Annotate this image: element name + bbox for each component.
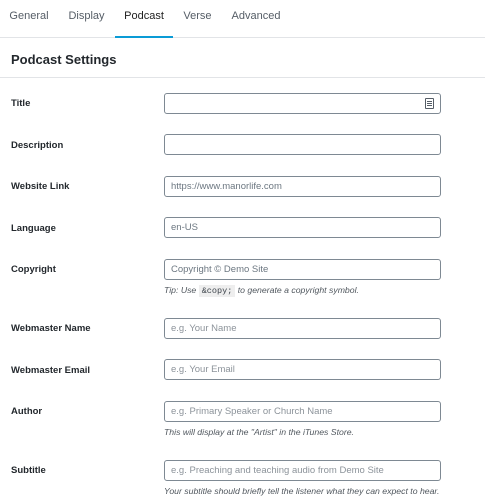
copyright-tip-prefix: Tip: Use (164, 285, 197, 295)
settings-tabs: General Display Podcast Verse Advanced (0, 0, 485, 38)
tab-display[interactable]: Display (58, 0, 115, 38)
section-divider (0, 77, 485, 78)
subtitle-help: Your subtitle should briefly tell the li… (164, 486, 440, 496)
webmaster-name-placeholder: e.g. Your Name (171, 323, 237, 334)
description-input[interactable] (164, 134, 441, 155)
language-value: en-US (171, 222, 198, 233)
section-title: Podcast Settings (11, 52, 117, 67)
title-label: Title (11, 98, 31, 109)
subtitle-label: Subtitle (11, 465, 46, 476)
title-input[interactable] (164, 93, 441, 114)
tab-verse[interactable]: Verse (173, 0, 222, 38)
copyright-tip-code: &copy; (198, 285, 236, 297)
webmaster-email-placeholder: e.g. Your Email (171, 364, 235, 375)
author-help: This will display at the "Artist" in the… (164, 427, 354, 437)
author-label: Author (11, 406, 43, 417)
author-placeholder: e.g. Primary Speaker or Church Name (171, 406, 333, 417)
webmaster-email-label: Webmaster Email (11, 365, 91, 376)
copyright-tip: Tip: Use &copy; to generate a copyright … (164, 285, 359, 297)
tab-general[interactable]: General (0, 0, 58, 38)
webmaster-email-input[interactable]: e.g. Your Email (164, 359, 441, 380)
webmaster-name-label: Webmaster Name (11, 323, 91, 334)
description-label: Description (11, 140, 64, 151)
tab-advanced[interactable]: Advanced (222, 0, 290, 38)
author-input[interactable]: e.g. Primary Speaker or Church Name (164, 401, 441, 422)
copyright-input[interactable]: Copyright © Demo Site (164, 259, 441, 280)
list-icon[interactable] (425, 98, 434, 109)
website-link-value: https://www.manorlife.com (171, 181, 282, 192)
copyright-tip-suffix: to generate a copyright symbol. (237, 285, 359, 295)
website-link-label: Website Link (11, 181, 70, 192)
webmaster-name-input[interactable]: e.g. Your Name (164, 318, 441, 339)
language-label: Language (11, 223, 56, 234)
subtitle-input[interactable]: e.g. Preaching and teaching audio from D… (164, 460, 441, 481)
tab-podcast[interactable]: Podcast (115, 0, 173, 38)
website-link-input[interactable]: https://www.manorlife.com (164, 176, 441, 197)
copyright-label: Copyright (11, 264, 56, 275)
subtitle-placeholder: e.g. Preaching and teaching audio from D… (171, 465, 384, 476)
copyright-value: Copyright © Demo Site (171, 264, 269, 275)
language-input[interactable]: en-US (164, 217, 441, 238)
